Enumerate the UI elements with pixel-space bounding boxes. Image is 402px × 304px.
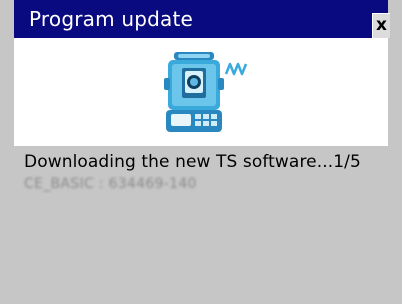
dialog-title: Program update	[29, 7, 194, 31]
status-panel: Downloading the new TS software...1/5 CE…	[14, 146, 388, 304]
total-station-icon	[164, 52, 248, 132]
title-bar: Program update x	[14, 0, 390, 38]
program-update-dialog: Program update x Downloading the new TS …	[0, 0, 402, 304]
icon-area	[14, 38, 388, 146]
close-button[interactable]: x	[372, 13, 390, 38]
version-text: CE_BASIC : 634469-140	[24, 176, 197, 192]
status-text: Downloading the new TS software...1/5	[24, 152, 361, 172]
